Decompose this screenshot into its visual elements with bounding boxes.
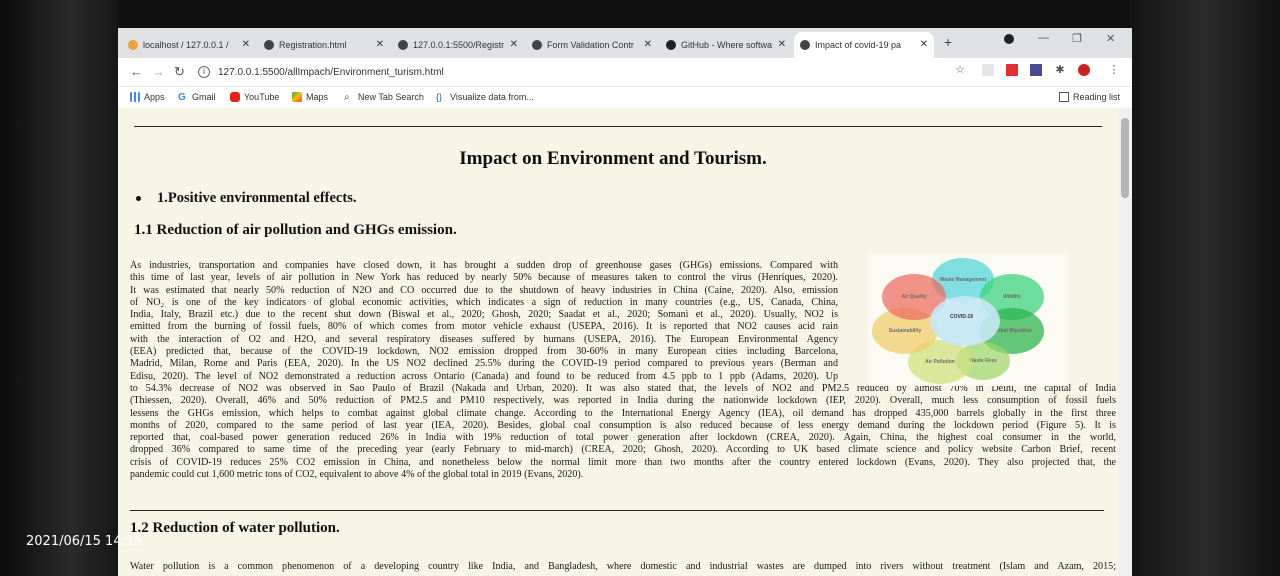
- tab-github[interactable]: GitHub - Where softwa ✕: [660, 32, 792, 58]
- back-icon[interactable]: ←: [130, 64, 143, 79]
- info-icon[interactable]: i: [198, 66, 210, 78]
- menu-kebab-icon[interactable]: ⋮: [1108, 64, 1120, 76]
- paragraph-line: with the interaction of O2 and H2O, and …: [130, 333, 838, 345]
- bullet-item: 1.Positive environmental effects.: [136, 190, 356, 207]
- reading-list-icon: [1058, 92, 1069, 102]
- close-icon[interactable]: ✕: [242, 39, 250, 50]
- globe-icon: [800, 40, 810, 50]
- extension-icon[interactable]: [982, 64, 994, 76]
- toolbar: ← → ↻ i 127.0.0.1:5500/allImpach/Environ…: [118, 58, 1132, 87]
- maps-icon: [292, 92, 302, 102]
- paragraph-line: Edisu, 2020). The level of NO2 demonstra…: [130, 370, 838, 382]
- paragraph-line: dropped 36% compared to same time of the…: [130, 444, 1116, 456]
- search-icon: ⌕: [344, 92, 350, 103]
- reload-icon[interactable]: ↻: [174, 64, 185, 80]
- tab-impact-covid[interactable]: Impact of covid-19 pa ✕: [794, 32, 934, 58]
- paragraph-line: It was estimated that nearly 50% reducti…: [130, 284, 838, 296]
- diagram-center-label: COVID-19: [950, 314, 974, 320]
- diagram-center: [930, 296, 1000, 346]
- photo-timestamp: 2021/06/15 14:15: [26, 534, 143, 549]
- close-icon[interactable]: ✕: [644, 39, 652, 50]
- restore-icon[interactable]: ❐: [1072, 32, 1082, 45]
- new-tab-button[interactable]: +: [944, 34, 952, 50]
- scrollbar-thumb[interactable]: [1121, 118, 1129, 198]
- paragraph-line: India, Italy, Brazil etc.) due to the re…: [130, 309, 838, 321]
- paragraph-line: Water pollution is a common phenomenon o…: [130, 561, 1116, 572]
- paragraph-line: months of 2020, compared to the same per…: [130, 419, 1116, 431]
- paragraph-line: (EEA) predicted that, because of the COV…: [130, 346, 838, 358]
- bookmarks-bar: Apps G Gmail YouTube Maps ⌕ New Tab Sear…: [118, 87, 1132, 109]
- bookmark-gmail[interactable]: G Gmail: [178, 92, 216, 103]
- phpmyadmin-icon: [128, 40, 138, 50]
- youtube-icon: [230, 92, 240, 102]
- close-icon[interactable]: ✕: [920, 39, 928, 50]
- paragraph-line: of NO₂ is one of the key indicators of g…: [130, 296, 838, 308]
- bookmark-visualize[interactable]: {} Visualize data from...: [436, 92, 534, 102]
- address-bar[interactable]: i 127.0.0.1:5500/allImpach/Environment_t…: [198, 62, 938, 82]
- tab-form-validation[interactable]: Form Validation Contr ✕: [526, 32, 658, 58]
- section-heading-water: 1.2 Reduction of water pollution.: [130, 520, 340, 536]
- github-icon: [666, 40, 676, 50]
- impact-diagram-figure: Waste Management Wildlife Global Migrati…: [868, 254, 1068, 386]
- apps-grid-icon: [130, 92, 140, 102]
- tab-registr[interactable]: 127.0.0.1:5500/Registr ✕: [392, 32, 524, 58]
- page-title: Impact on Environment and Tourism.: [459, 148, 767, 169]
- extensions-puzzle-icon[interactable]: ✱: [1054, 64, 1066, 76]
- tab-registration[interactable]: Registration.html ✕: [258, 32, 390, 58]
- brackets-icon: {}: [436, 92, 443, 102]
- paragraph-line: crisis of COVID-19 reduces 25% CO2 emiss…: [130, 456, 1116, 468]
- paragraph-line: reported that, coal-based power generati…: [130, 432, 1116, 444]
- paragraph-line: lessens the GHGs emission, which helps t…: [130, 407, 1116, 419]
- paragraph-line: Madrid, Milan, Rome and Paris (EEA, 2020…: [130, 358, 838, 370]
- tab-strip: localhost / 127.0.0.1 / ✕ Registration.h…: [118, 28, 1132, 58]
- globe-icon: [264, 40, 274, 50]
- bullet-dot: [136, 196, 141, 202]
- google-icon: G: [178, 92, 186, 103]
- profile-icon[interactable]: [1004, 34, 1014, 44]
- close-window-icon[interactable]: ✕: [1106, 32, 1115, 45]
- paragraph-line: (Thiessen, 2020). Overall, 46% and 50% r…: [130, 395, 1116, 407]
- close-icon[interactable]: ✕: [778, 39, 786, 50]
- bookmark-maps[interactable]: Maps: [292, 92, 328, 102]
- globe-icon: [532, 40, 542, 50]
- page-content: Impact on Environment and Tourism. 1.Pos…: [118, 108, 1118, 576]
- bookmark-apps[interactable]: Apps: [130, 92, 165, 102]
- globe-icon: [398, 40, 408, 50]
- close-icon[interactable]: ✕: [510, 39, 518, 50]
- tab-localhost[interactable]: localhost / 127.0.0.1 / ✕: [122, 32, 256, 58]
- forward-icon[interactable]: →: [152, 64, 165, 79]
- monitor-bezel-right: [1130, 0, 1280, 576]
- close-icon[interactable]: ✕: [376, 39, 384, 50]
- page-scrollbar[interactable]: [1118, 108, 1132, 576]
- extension-icon[interactable]: [1006, 64, 1018, 76]
- paragraph-line: emitted from the burning of fossil fuels…: [130, 321, 838, 333]
- url-text[interactable]: 127.0.0.1:5500/allImpach/Environment_tur…: [218, 67, 444, 78]
- monitor-bezel-top: [0, 0, 1280, 28]
- section-heading-air: 1.1 Reduction of air pollution and GHGs …: [134, 222, 457, 238]
- extension-icon[interactable]: [1030, 64, 1042, 76]
- monitor-bezel-left: [0, 0, 118, 576]
- top-divider: [134, 126, 1102, 127]
- profile-avatar-icon[interactable]: [1078, 64, 1090, 76]
- reading-list-button[interactable]: Reading list: [1058, 92, 1120, 102]
- paragraph-line: As industries, transportation and compan…: [130, 260, 838, 271]
- section-divider: [130, 510, 1104, 511]
- section-paragraph-water: Water pollution is a common phenomenon o…: [130, 561, 1116, 573]
- paragraph-line: pandemic could cut 1,600 metric tons of …: [130, 469, 584, 481]
- paragraph-line: this time of last year, levels of air po…: [130, 272, 838, 284]
- bookmark-youtube[interactable]: YouTube: [230, 92, 279, 102]
- browser-window: localhost / 127.0.0.1 / ✕ Registration.h…: [118, 28, 1132, 576]
- minimize-icon[interactable]: —: [1038, 32, 1049, 44]
- bookmark-new-tab-search[interactable]: ⌕ New Tab Search: [344, 92, 424, 103]
- bookmark-star-icon[interactable]: ☆: [954, 64, 966, 76]
